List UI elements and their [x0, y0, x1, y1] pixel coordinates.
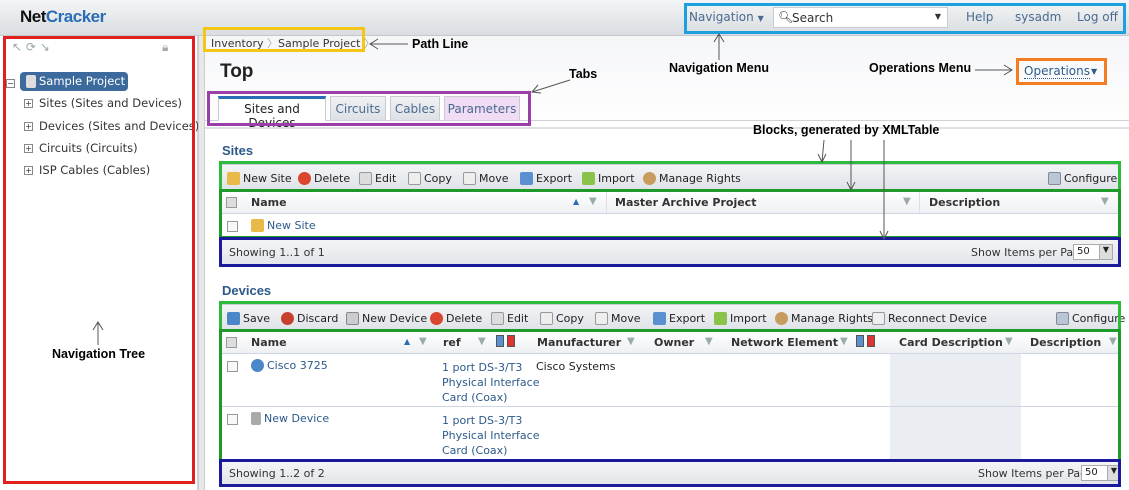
arrow-path-line	[369, 38, 408, 50]
arrow-blocks-toolbar	[817, 139, 827, 164]
arrow-navigation-tree	[92, 321, 104, 345]
arrow-tabs	[531, 79, 571, 94]
arrow-navigation-menu	[713, 33, 725, 60]
arrow-blocks-table	[846, 140, 856, 192]
arrow-operations-menu	[975, 64, 1013, 76]
arrow-blocks-pager	[879, 140, 889, 241]
annotation-arrows	[92, 33, 1013, 345]
